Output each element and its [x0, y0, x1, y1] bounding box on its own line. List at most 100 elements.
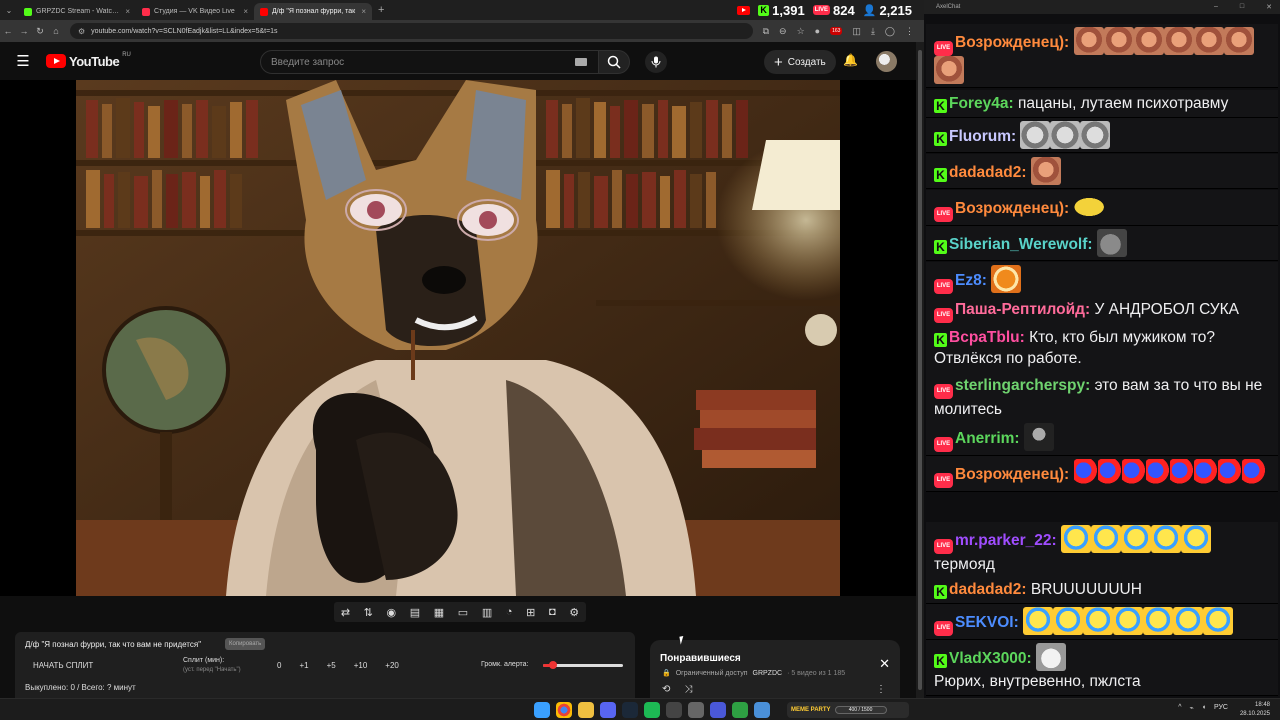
file-explorer-icon[interactable]: [578, 702, 594, 718]
scrollbar-thumb[interactable]: [918, 50, 922, 690]
close-tab-icon[interactable]: ×: [361, 7, 366, 16]
home-icon[interactable]: ⌂: [48, 26, 64, 36]
more-options-icon[interactable]: ⋮: [876, 684, 886, 695]
close-icon[interactable]: ✕: [879, 656, 890, 672]
tab-title: Студия — VK Видео Live: [154, 8, 235, 15]
add-5-button[interactable]: +5: [327, 661, 336, 670]
aspect-icon[interactable]: ▭: [458, 606, 468, 619]
clapper-icon[interactable]: ▦: [434, 606, 444, 619]
chat-message-list[interactable]: LIVE Возрожденец): K Forey4a: пацаны, лута…: [924, 14, 1280, 698]
notifications-bell-icon[interactable]: 🔔: [843, 53, 858, 67]
filmstrip-icon[interactable]: ▥: [482, 606, 492, 619]
forward-icon[interactable]: →: [16, 26, 32, 36]
chevron-up-icon[interactable]: ^: [1178, 704, 1181, 712]
chat-window-title: AxelChat: [936, 4, 961, 10]
bookmark-star-icon[interactable]: ☆: [797, 26, 805, 37]
chat-username[interactable]: SEKVOI:: [955, 614, 1019, 631]
add-1-button[interactable]: +1: [299, 661, 308, 670]
puzzle-icon[interactable]: ◫: [852, 26, 861, 37]
close-tab-icon[interactable]: ×: [243, 7, 248, 16]
alert-volume-slider[interactable]: [543, 661, 623, 669]
playlist-title[interactable]: Понравившиеся: [660, 653, 741, 664]
chat-username[interactable]: VladX3000:: [949, 650, 1032, 667]
download-icon[interactable]: ⤓: [871, 26, 875, 37]
spotify-icon[interactable]: [644, 702, 660, 718]
chat-username[interactable]: BcpaTblu:: [949, 329, 1025, 346]
copy-button[interactable]: Копировать: [225, 638, 266, 650]
add-icon[interactable]: ⊞: [526, 606, 535, 619]
extension-icon[interactable]: ●: [815, 26, 820, 36]
add-10-button[interactable]: +10: [354, 661, 368, 670]
tab-search-icon[interactable]: ⌄: [0, 0, 18, 20]
close-window-icon[interactable]: ✕: [1266, 3, 1272, 11]
zoom-icon[interactable]: ⊖: [779, 26, 787, 37]
chat-username[interactable]: sterlingarcherspy:: [955, 377, 1090, 394]
hamburger-menu-icon[interactable]: ☰: [0, 52, 46, 70]
chat-username[interactable]: Siberian_Werewolf:: [949, 236, 1093, 253]
screenshot-icon[interactable]: ◘: [549, 606, 556, 618]
url-field[interactable]: ⚙ youtube.com/watch?v=SCLN0fEadjk&list=L…: [70, 23, 753, 39]
chrome-icon[interactable]: [556, 702, 572, 718]
youtube-logo[interactable]: YouTube RU: [46, 52, 131, 69]
back-icon[interactable]: ←: [0, 26, 16, 36]
tab-kick-stream[interactable]: GRPZDC Stream - Watch Live o ×: [18, 3, 136, 20]
telegram-icon[interactable]: [754, 702, 770, 718]
chat-username[interactable]: dadadad2:: [949, 164, 1027, 181]
tab-youtube-video[interactable]: Д/ф "Я познал фурри, так ×: [254, 3, 372, 20]
page-scrollbar[interactable]: [916, 42, 924, 698]
video-player[interactable]: [0, 80, 916, 596]
search-input[interactable]: Введите запрос: [260, 50, 600, 74]
speaker-icon[interactable]: ◖: [1202, 704, 1206, 712]
new-tab-button[interactable]: +: [372, 4, 390, 16]
audio-icon[interactable]: ◉: [387, 606, 397, 619]
playlist-icon[interactable]: ▤: [410, 606, 420, 619]
speed-icon[interactable]: ◔: [506, 606, 513, 618]
steam-icon[interactable]: [622, 702, 638, 718]
chat-username[interactable]: Возрожденец):: [955, 200, 1069, 217]
close-tab-icon[interactable]: ×: [125, 7, 130, 16]
reload-icon[interactable]: ↻: [32, 26, 48, 37]
shuffle-icon[interactable]: ⤨: [684, 684, 692, 695]
profile-icon[interactable]: ◯: [885, 26, 895, 37]
repeat-icon[interactable]: ⟲: [662, 684, 670, 695]
windows-start-icon[interactable]: [534, 702, 550, 718]
settings-gear-icon[interactable]: ⚙: [569, 606, 579, 619]
chat-username[interactable]: Паша-Рептилойд:: [955, 301, 1090, 318]
sort-icon[interactable]: ⇅: [364, 606, 373, 619]
install-icon[interactable]: ⧉: [763, 26, 769, 37]
loop-icon[interactable]: ⇄: [341, 606, 350, 619]
minimize-icon[interactable]: –: [1214, 3, 1218, 11]
create-button[interactable]: + Создать: [764, 50, 836, 74]
chat-username[interactable]: Ez8:: [955, 272, 987, 289]
kick-icon: K: [934, 99, 947, 113]
clock[interactable]: 18:48 28.10.2025: [1240, 701, 1270, 719]
start-split-button[interactable]: НАЧАТЬ СПЛИТ: [33, 661, 93, 670]
alert-volume-knob[interactable]: [548, 661, 557, 669]
chat-username[interactable]: Forey4a:: [949, 95, 1014, 112]
language-indicator[interactable]: РУС: [1214, 704, 1228, 712]
voice-search-button[interactable]: [645, 51, 667, 73]
chat-username[interactable]: Fluorum:: [949, 128, 1016, 145]
obs-icon[interactable]: [666, 702, 682, 718]
playlist-channel[interactable]: GRPZDC: [753, 670, 783, 677]
keyboard-icon[interactable]: [575, 58, 587, 66]
chat-username[interactable]: Возрожденец):: [955, 466, 1069, 483]
chat-username[interactable]: mr.parker_22:: [955, 532, 1057, 549]
app-icon[interactable]: [710, 702, 726, 718]
video-frame[interactable]: [76, 80, 840, 596]
app-icon[interactable]: [688, 702, 704, 718]
add-20-button[interactable]: +20: [385, 661, 399, 670]
meme-party-widget[interactable]: MEME PARTY 400 / 1500: [787, 702, 909, 718]
site-info-icon[interactable]: ⚙: [78, 27, 85, 36]
tab-vk-studio[interactable]: Студия — VK Видео Live ×: [136, 3, 254, 20]
chat-username[interactable]: Anerrim:: [955, 430, 1020, 447]
maximize-icon[interactable]: □: [1240, 3, 1244, 11]
menu-icon[interactable]: ⋮: [905, 26, 914, 37]
chat-username[interactable]: dadadad2:: [949, 581, 1027, 598]
chat-username[interactable]: Возрожденец):: [955, 34, 1069, 51]
network-icon[interactable]: ⌁: [1190, 704, 1194, 712]
avatar[interactable]: [876, 51, 897, 72]
app-icon[interactable]: [732, 702, 748, 718]
search-button[interactable]: [598, 50, 630, 74]
discord-icon[interactable]: [600, 702, 616, 718]
